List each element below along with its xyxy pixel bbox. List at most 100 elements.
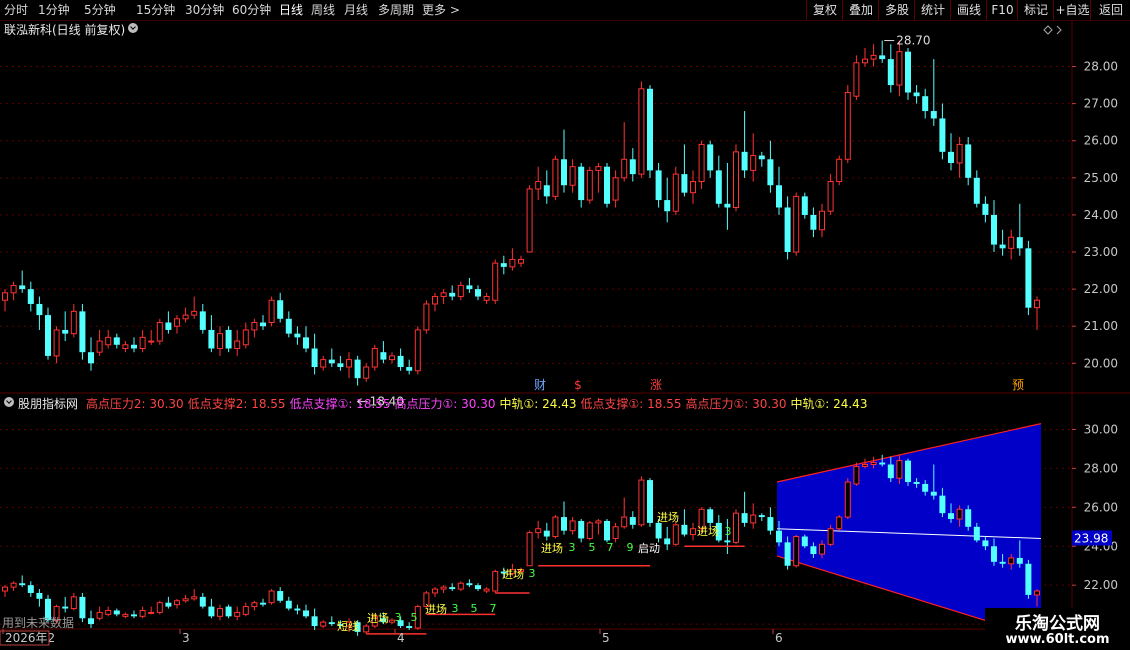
ind-candle bbox=[612, 526, 619, 539]
event-marker: 财 bbox=[534, 378, 546, 392]
ind-candle bbox=[113, 610, 120, 615]
main-candle bbox=[2, 292, 8, 301]
ind-candle bbox=[1008, 557, 1015, 565]
main-candle bbox=[294, 333, 301, 338]
ind-candle bbox=[320, 621, 327, 627]
main-candle bbox=[561, 159, 567, 186]
ind-candle bbox=[363, 625, 370, 633]
ind-candle bbox=[96, 611, 103, 619]
ind-candle bbox=[285, 600, 292, 609]
ind-candle bbox=[655, 522, 662, 539]
ind-candle bbox=[586, 522, 593, 539]
signal-label: 进场 bbox=[502, 567, 524, 581]
ind-candle bbox=[638, 479, 645, 526]
main-y-tick-label: 25.00 bbox=[1084, 171, 1118, 185]
main-candle bbox=[965, 144, 972, 178]
main-candle bbox=[354, 359, 361, 379]
main-candle bbox=[45, 315, 51, 356]
event-marker: 涨 bbox=[650, 377, 662, 392]
ind-candle bbox=[930, 491, 937, 496]
signal-label: 3 bbox=[395, 611, 402, 624]
main-candle bbox=[225, 329, 232, 349]
ind-candle bbox=[879, 462, 886, 465]
main-candle bbox=[1008, 236, 1015, 249]
ind-candle bbox=[767, 517, 774, 531]
main-candle bbox=[758, 155, 765, 160]
ind-candle bbox=[242, 606, 249, 615]
high-price-label: 28.70 bbox=[896, 34, 930, 48]
ind-candle bbox=[131, 614, 137, 617]
ind-candle bbox=[741, 513, 748, 523]
main-candle bbox=[303, 337, 309, 349]
ind-candle bbox=[88, 618, 94, 625]
main-candle bbox=[604, 166, 610, 204]
main-candle bbox=[776, 185, 782, 208]
ind-candle bbox=[27, 585, 34, 593]
ind-candle bbox=[440, 586, 447, 590]
indicator-name: 股朋指标网 bbox=[18, 397, 79, 411]
main-candle bbox=[810, 214, 817, 230]
main-candle bbox=[767, 159, 774, 186]
ind-candle bbox=[217, 608, 223, 617]
ind-candle bbox=[2, 586, 8, 592]
main-candle bbox=[62, 329, 69, 334]
main-candle bbox=[664, 200, 671, 212]
ind-candle bbox=[664, 538, 671, 545]
main-candle bbox=[913, 92, 920, 97]
main-candle bbox=[27, 289, 34, 304]
main-candle bbox=[406, 367, 413, 371]
main-candle bbox=[242, 329, 249, 346]
signal-label: 5 bbox=[589, 541, 596, 554]
date-label: 4 bbox=[397, 631, 405, 645]
ind-candle bbox=[311, 616, 318, 627]
ind-candle bbox=[707, 509, 714, 523]
main-candle bbox=[956, 143, 963, 164]
main-candle bbox=[337, 363, 344, 368]
main-candle bbox=[879, 55, 886, 60]
ind-candle bbox=[905, 460, 911, 483]
ind-candle bbox=[629, 517, 636, 525]
main-candle bbox=[715, 170, 722, 204]
main-panel-chevron-icon[interactable] bbox=[128, 23, 138, 33]
ind-candle bbox=[19, 583, 26, 586]
main-candle bbox=[492, 262, 499, 301]
ind-candle bbox=[939, 495, 946, 514]
ind-candle bbox=[526, 532, 533, 567]
chevron-right-icon bbox=[1056, 25, 1062, 35]
main-candle bbox=[449, 292, 456, 297]
ind-candle bbox=[10, 582, 17, 588]
main-y-tick-label: 21.00 bbox=[1084, 319, 1118, 333]
ind-candle bbox=[776, 530, 782, 543]
main-candle bbox=[483, 296, 490, 301]
main-candle bbox=[432, 296, 438, 305]
ind-candle bbox=[621, 516, 628, 528]
main-candle bbox=[973, 177, 980, 204]
main-candle bbox=[105, 336, 112, 346]
main-candle bbox=[139, 336, 146, 349]
indicator-panel-chevron-icon[interactable] bbox=[4, 397, 14, 407]
main-candle bbox=[552, 158, 559, 197]
ind-candle bbox=[827, 528, 834, 545]
main-candle bbox=[793, 195, 800, 253]
signal-label: 9 bbox=[627, 541, 634, 554]
indicator-value-0: 高点压力2: 30.30 bbox=[85, 397, 184, 411]
signal-label: 3 bbox=[725, 525, 732, 538]
indicator-value-5: 低点支撑①: 18.55 bbox=[580, 397, 682, 411]
main-candle bbox=[681, 174, 688, 193]
main-candle bbox=[268, 299, 275, 324]
ind-candle bbox=[303, 610, 309, 617]
main-candle bbox=[53, 329, 60, 357]
main-candle bbox=[526, 188, 533, 253]
ind-candle bbox=[784, 542, 791, 566]
ind-candle bbox=[750, 514, 757, 524]
ind-candle bbox=[973, 526, 980, 541]
ind-candle bbox=[449, 587, 456, 590]
future-data-note: 用到未来数据 bbox=[2, 616, 75, 630]
main-candle bbox=[1016, 237, 1023, 249]
signal-label: 3 bbox=[569, 541, 576, 554]
ind-candle bbox=[887, 464, 894, 479]
ind-candle bbox=[79, 596, 86, 619]
signal-label: 短线 bbox=[337, 619, 359, 633]
ind-candle bbox=[466, 583, 473, 586]
ind-candle bbox=[432, 588, 438, 594]
